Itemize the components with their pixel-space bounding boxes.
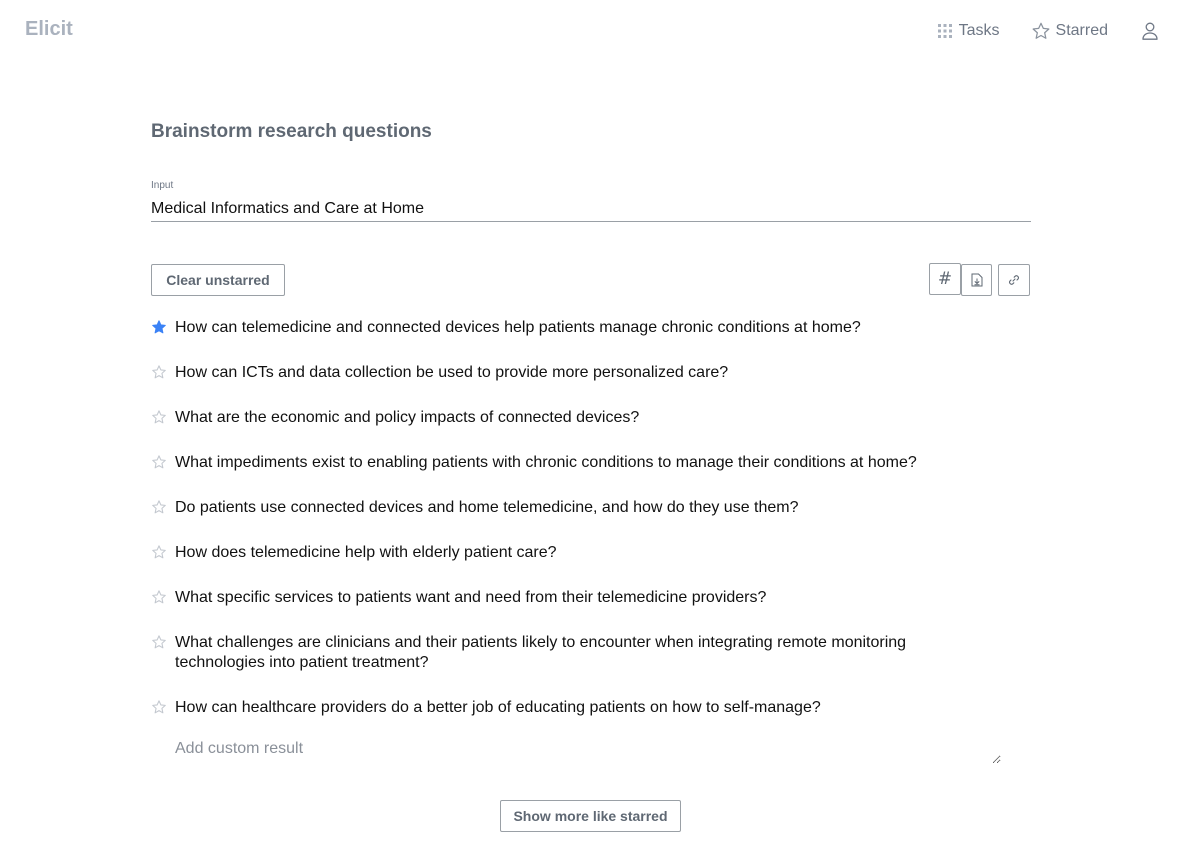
export-button[interactable] [961,264,992,296]
logo[interactable]: Elicit [25,18,73,41]
result-text[interactable]: How can healthcare providers do a better… [175,698,920,718]
user-icon [1142,22,1158,40]
result-item: Do patients use connected devices and ho… [151,498,1031,518]
input-label: Input [151,180,174,191]
show-more-button[interactable]: Show more like starred [500,800,681,832]
result-text[interactable]: How can telemedicine and connected devic… [175,318,920,338]
results-list: How can telemedicine and connected devic… [151,318,1031,743]
star-outline-icon[interactable] [151,634,167,656]
input-field[interactable] [151,197,1031,222]
result-item: How can ICTs and data collection be used… [151,363,1031,383]
nav-tasks[interactable]: Tasks [937,22,1000,40]
star-outline-icon[interactable] [151,699,167,721]
custom-result-input[interactable] [175,740,1001,764]
nav-starred-label: Starred [1055,22,1108,39]
share-link-button[interactable] [998,264,1030,296]
file-download-icon [971,273,982,287]
nav-starred[interactable]: Starred [1031,21,1108,41]
grid-icon [937,24,952,38]
result-item: How can healthcare providers do a better… [151,698,1031,718]
result-text[interactable]: What impediments exist to enabling patie… [175,453,920,473]
top-bar: Elicit Tasks Starred [0,0,1182,64]
result-item: What impediments exist to enabling patie… [151,453,1031,473]
top-nav: Tasks Starred [937,21,1158,41]
result-item: What specific services to patients want … [151,588,1031,608]
hash-icon: # [937,269,953,289]
result-item: How does telemedicine help with elderly … [151,543,1031,563]
result-text[interactable]: How can ICTs and data collection be used… [175,363,920,383]
result-text[interactable]: What challenges are clinicians and their… [175,633,920,673]
result-item: How can telemedicine and connected devic… [151,318,1031,338]
result-item: What challenges are clinicians and their… [151,633,1031,673]
star-outline-icon [1032,22,1049,39]
star-outline-icon[interactable] [151,364,167,386]
result-text[interactable]: How does telemedicine help with elderly … [175,543,920,563]
user-menu[interactable] [1142,22,1158,40]
number-results-button[interactable]: # [929,263,961,295]
result-text[interactable]: What are the economic and policy impacts… [175,408,920,428]
star-outline-icon[interactable] [151,589,167,611]
star-outline-icon[interactable] [151,409,167,431]
star-outline-icon[interactable] [151,544,167,566]
result-text[interactable]: What specific services to patients want … [175,588,920,608]
nav-tasks-label: Tasks [958,22,1000,39]
star-outline-icon[interactable] [151,454,167,476]
result-item: What are the economic and policy impacts… [151,408,1031,428]
clear-unstarred-button[interactable]: Clear unstarred [151,264,285,296]
star-filled-icon[interactable] [151,319,167,341]
link-icon [1009,275,1019,285]
star-outline-icon[interactable] [151,499,167,521]
result-text[interactable]: Do patients use connected devices and ho… [175,498,920,518]
page-title: Brainstorm research questions [151,121,432,142]
